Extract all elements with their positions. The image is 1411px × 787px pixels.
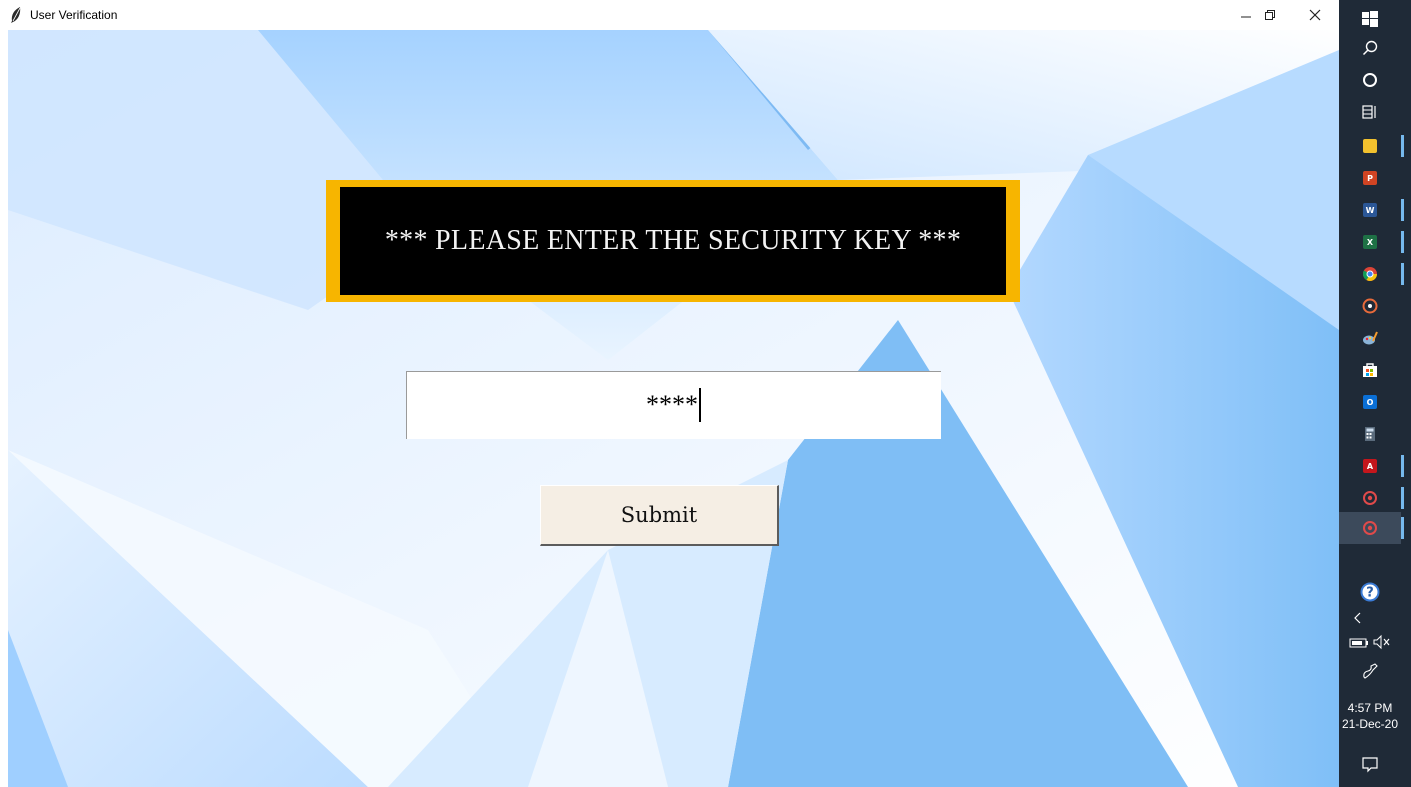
search-button[interactable] — [1339, 32, 1401, 64]
taskbar-store[interactable] — [1339, 354, 1401, 386]
taskbar-paint[interactable] — [1339, 322, 1401, 354]
security-key-input[interactable] — [406, 371, 941, 439]
taskbar-powerpoint[interactable]: P — [1339, 162, 1401, 194]
volume-muted-icon — [1373, 634, 1390, 650]
running-indicator — [1401, 135, 1404, 157]
running-indicator — [1401, 263, 1404, 285]
taskbar-outlook[interactable]: O — [1339, 386, 1401, 418]
background-canvas: *** PLEASE ENTER THE SECURITY KEY *** **… — [8, 30, 1339, 787]
window-title: User Verification — [30, 8, 118, 22]
volume-button[interactable] — [1367, 626, 1397, 658]
taskbar-file-explorer[interactable] — [1339, 130, 1401, 162]
word-icon: W — [1363, 203, 1377, 217]
task-view-button[interactable] — [1339, 96, 1401, 128]
cortana-icon — [1363, 73, 1377, 87]
taskbar: P W X O A ? 4:57 PM 21-Dec-20 — [1339, 0, 1411, 787]
excel-icon: X — [1363, 235, 1377, 249]
taskbar-app-active[interactable] — [1339, 512, 1401, 544]
title-bar[interactable]: User Verification — [0, 0, 1339, 30]
security-key-banner: *** PLEASE ENTER THE SECURITY KEY *** — [326, 180, 1020, 302]
outlook-icon: O — [1363, 395, 1377, 409]
taskbar-calculator[interactable] — [1339, 418, 1401, 450]
restore-button[interactable] — [1247, 0, 1293, 30]
task-view-icon — [1362, 105, 1376, 119]
clock-date: 21-Dec-20 — [1341, 717, 1399, 731]
file-explorer-icon — [1363, 139, 1377, 153]
taskbar-app[interactable] — [1339, 482, 1401, 514]
chrome-icon — [1362, 267, 1377, 281]
taskbar-clock[interactable]: 4:57 PM 21-Dec-20 — [1339, 700, 1401, 732]
start-icon — [1362, 11, 1378, 27]
start-button[interactable] — [1339, 3, 1401, 35]
pen-workspace-button[interactable] — [1339, 655, 1401, 687]
app-icon — [1363, 491, 1377, 505]
running-indicator — [1401, 231, 1404, 253]
feather-icon — [11, 7, 21, 23]
chevron-left-icon — [1354, 612, 1361, 624]
taskbar-media[interactable] — [1339, 290, 1401, 322]
close-icon — [1309, 9, 1321, 21]
media-icon — [1362, 298, 1378, 314]
taskbar-acrobat[interactable]: A — [1339, 450, 1401, 482]
help-icon: ? — [1360, 582, 1380, 602]
cortana-button[interactable] — [1339, 64, 1401, 96]
store-icon — [1363, 363, 1377, 377]
svg-text:?: ? — [1366, 586, 1374, 601]
app-window: User Verification *** PLEASE ENTER THE S… — [0, 0, 1339, 787]
calculator-icon — [1365, 427, 1375, 441]
clock-time: 4:57 PM — [1347, 701, 1393, 715]
taskbar-chrome[interactable] — [1339, 258, 1401, 290]
running-indicator — [1401, 517, 1404, 539]
restore-icon — [1265, 10, 1275, 20]
close-button[interactable] — [1292, 0, 1338, 30]
running-indicator — [1401, 455, 1404, 477]
search-icon — [1362, 40, 1378, 56]
banner-text: *** PLEASE ENTER THE SECURITY KEY *** — [340, 187, 1006, 295]
running-indicator — [1401, 487, 1404, 509]
notifications-icon — [1362, 757, 1378, 773]
powerpoint-icon: P — [1363, 171, 1377, 185]
taskbar-excel[interactable]: X — [1339, 226, 1401, 258]
acrobat-icon: A — [1363, 459, 1377, 473]
taskbar-word[interactable]: W — [1339, 194, 1401, 226]
submit-button[interactable]: Submit — [540, 485, 779, 546]
pen-icon — [1363, 663, 1378, 679]
app-icon — [1363, 521, 1377, 535]
running-indicator — [1401, 199, 1404, 221]
notifications-button[interactable] — [1339, 748, 1401, 780]
paint-icon — [1363, 331, 1378, 345]
